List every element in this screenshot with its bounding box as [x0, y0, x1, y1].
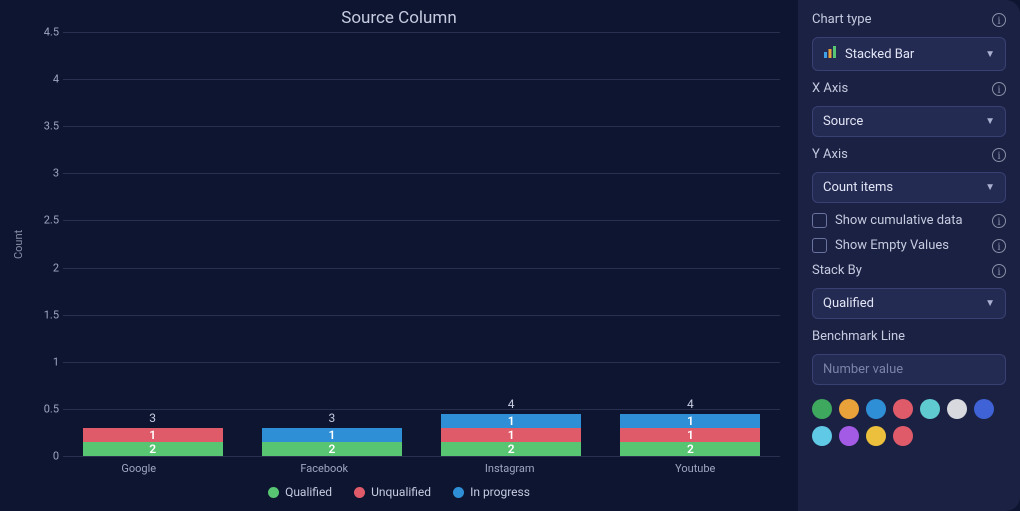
bar-segment: 1 [620, 428, 760, 442]
color-swatch[interactable] [893, 399, 913, 419]
color-swatch[interactable] [974, 399, 994, 419]
show-cumulative-label: Show cumulative data [835, 213, 963, 228]
chart-type-label: Chart type [812, 12, 872, 27]
bar-total-label: 4 [508, 397, 515, 411]
info-icon[interactable]: i [992, 148, 1006, 162]
color-swatch[interactable] [866, 426, 886, 446]
legend-label: Unqualified [371, 485, 431, 499]
legend-swatch [453, 487, 464, 498]
stacked-bar: 211 [620, 414, 760, 456]
legend-item[interactable]: Qualified [268, 485, 332, 499]
settings-sidebar: Chart type i Stacked Bar ▼ X Axis i Sour… [798, 0, 1020, 511]
legend-swatch [268, 487, 279, 498]
legend-item[interactable]: Unqualified [354, 485, 431, 499]
color-palette [812, 399, 1006, 446]
y-tick: 3 [31, 167, 59, 180]
color-swatch[interactable] [920, 399, 940, 419]
y-tick: 2 [31, 261, 59, 274]
bar-segment: 1 [441, 428, 581, 442]
y-tick: 0.5 [31, 402, 59, 415]
stack-by-select[interactable]: Qualified ▼ [812, 288, 1006, 319]
bar-chart-icon [823, 45, 837, 63]
color-swatch[interactable] [866, 399, 886, 419]
chevron-down-icon: ▼ [985, 298, 995, 309]
chart-area: Source Column Count 0 0.5 1 1.5 2 2.5 3 3.5 4 4.5… [0, 0, 798, 511]
info-icon[interactable]: i [992, 239, 1006, 253]
stack-by-label: Stack By [812, 263, 862, 278]
chevron-down-icon: ▼ [985, 116, 995, 127]
bar-segment: 1 [441, 414, 581, 428]
bar-total-label: 3 [149, 411, 156, 425]
color-swatch[interactable] [839, 399, 859, 419]
x-axis-ticks: GoogleFacebookInstagramYoutube [46, 462, 788, 475]
color-swatch[interactable] [812, 399, 832, 419]
show-cumulative-checkbox[interactable] [812, 213, 827, 228]
y-tick: 1.5 [31, 308, 59, 321]
legend-label: In progress [470, 485, 530, 499]
x-tick: Facebook [232, 462, 418, 475]
bar-total-label: 3 [329, 411, 336, 425]
chevron-down-icon: ▼ [985, 49, 995, 60]
y-axis-label: Count [10, 32, 27, 456]
info-icon[interactable]: i [992, 82, 1006, 96]
color-swatch[interactable] [893, 426, 913, 446]
bar-segment: 2 [262, 442, 402, 456]
bar-column: 3 21 [242, 411, 421, 456]
bars-row: 32132142114211 [63, 32, 780, 456]
color-swatch[interactable] [947, 399, 967, 419]
legend-swatch [354, 487, 365, 498]
y-tick: 3.5 [31, 120, 59, 133]
info-icon[interactable]: i [992, 264, 1006, 278]
color-swatch[interactable] [839, 426, 859, 446]
y-tick: 0 [31, 450, 59, 463]
y-axis-value: Count items [823, 180, 893, 195]
plot: 00.511.522.533.544.532132142114211 [31, 32, 788, 456]
y-tick: 1 [31, 355, 59, 368]
y-axis-label-side: Y Axis [812, 147, 848, 162]
bar-segment: 2 [441, 442, 581, 456]
bar-segment: 2 [620, 442, 760, 456]
stacked-bar: 211 [441, 414, 581, 456]
bar-segment: 1 [620, 414, 760, 428]
bar-segment: 1 [262, 428, 402, 442]
stack-by-value: Qualified [823, 296, 874, 311]
plot-wrap: Count 00.511.522.533.544.532132142114211 [10, 32, 788, 456]
legend-item[interactable]: In progress [453, 485, 530, 499]
benchmark-input[interactable] [812, 354, 1006, 385]
x-tick: Google [46, 462, 232, 475]
chart-type-select[interactable]: Stacked Bar ▼ [812, 37, 1006, 71]
y-tick: 4.5 [31, 26, 59, 39]
info-icon[interactable]: i [992, 214, 1006, 228]
chevron-down-icon: ▼ [985, 182, 995, 193]
chart-title: Source Column [10, 8, 788, 28]
benchmark-label: Benchmark Line [812, 329, 1006, 344]
y-tick: 2.5 [31, 214, 59, 227]
chart-type-value: Stacked Bar [845, 47, 914, 62]
color-swatch[interactable] [812, 426, 832, 446]
x-tick: Youtube [603, 462, 789, 475]
y-tick: 4 [31, 73, 59, 86]
show-empty-label: Show Empty Values [835, 238, 949, 253]
stacked-bar: 21 [262, 428, 402, 456]
bar-column: 4211 [601, 397, 780, 456]
show-empty-checkbox[interactable] [812, 238, 827, 253]
gridline [63, 456, 780, 457]
y-axis-select[interactable]: Count items ▼ [812, 172, 1006, 203]
info-icon[interactable]: i [992, 13, 1006, 27]
x-axis-label: X Axis [812, 81, 848, 96]
stacked-bar: 21 [83, 428, 223, 456]
x-tick: Instagram [417, 462, 603, 475]
bar-total-label: 4 [687, 397, 694, 411]
bar-column: 4211 [422, 397, 601, 456]
bar-segment: 2 [83, 442, 223, 456]
bar-column: 3 21 [63, 411, 242, 456]
legend-label: Qualified [285, 485, 332, 499]
x-axis-select[interactable]: Source ▼ [812, 106, 1006, 137]
bar-segment: 1 [83, 428, 223, 442]
x-axis-value: Source [823, 114, 863, 129]
legend: Qualified Unqualified In progress [10, 485, 788, 499]
